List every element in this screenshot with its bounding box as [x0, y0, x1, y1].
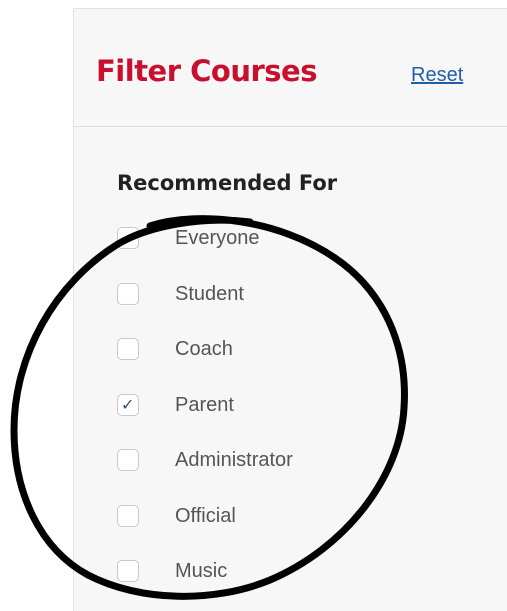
checkmark-icon: ✓	[121, 397, 135, 414]
option-label: Everyone	[175, 227, 260, 249]
page: Filter Courses Reset Recommended For Eve…	[0, 0, 507, 611]
option-label: Official	[175, 505, 236, 527]
option-parent[interactable]: ✓ Parent	[117, 388, 447, 422]
option-label: Music	[175, 560, 228, 582]
checkbox-administrator[interactable]	[117, 449, 139, 471]
option-student[interactable]: Student	[117, 277, 447, 311]
option-administrator[interactable]: Administrator	[117, 443, 447, 477]
option-label: Student	[175, 283, 244, 305]
checkbox-music[interactable]	[117, 560, 139, 582]
option-label: Coach	[175, 338, 233, 360]
option-label: Parent	[175, 394, 234, 416]
checkbox-everyone[interactable]	[117, 227, 139, 249]
option-coach[interactable]: Coach	[117, 332, 447, 366]
filter-panel: Filter Courses Reset Recommended For Eve…	[73, 8, 507, 611]
option-official[interactable]: Official	[117, 499, 447, 533]
option-music[interactable]: Music	[117, 554, 447, 588]
checkbox-parent[interactable]: ✓	[117, 394, 139, 416]
option-label: Administrator	[175, 449, 293, 471]
option-everyone[interactable]: Everyone	[117, 221, 447, 255]
checkbox-coach[interactable]	[117, 338, 139, 360]
checkbox-student[interactable]	[117, 283, 139, 305]
recommended-for-options: Everyone Student Coach ✓ Parent Administ…	[74, 9, 507, 611]
checkbox-official[interactable]	[117, 505, 139, 527]
